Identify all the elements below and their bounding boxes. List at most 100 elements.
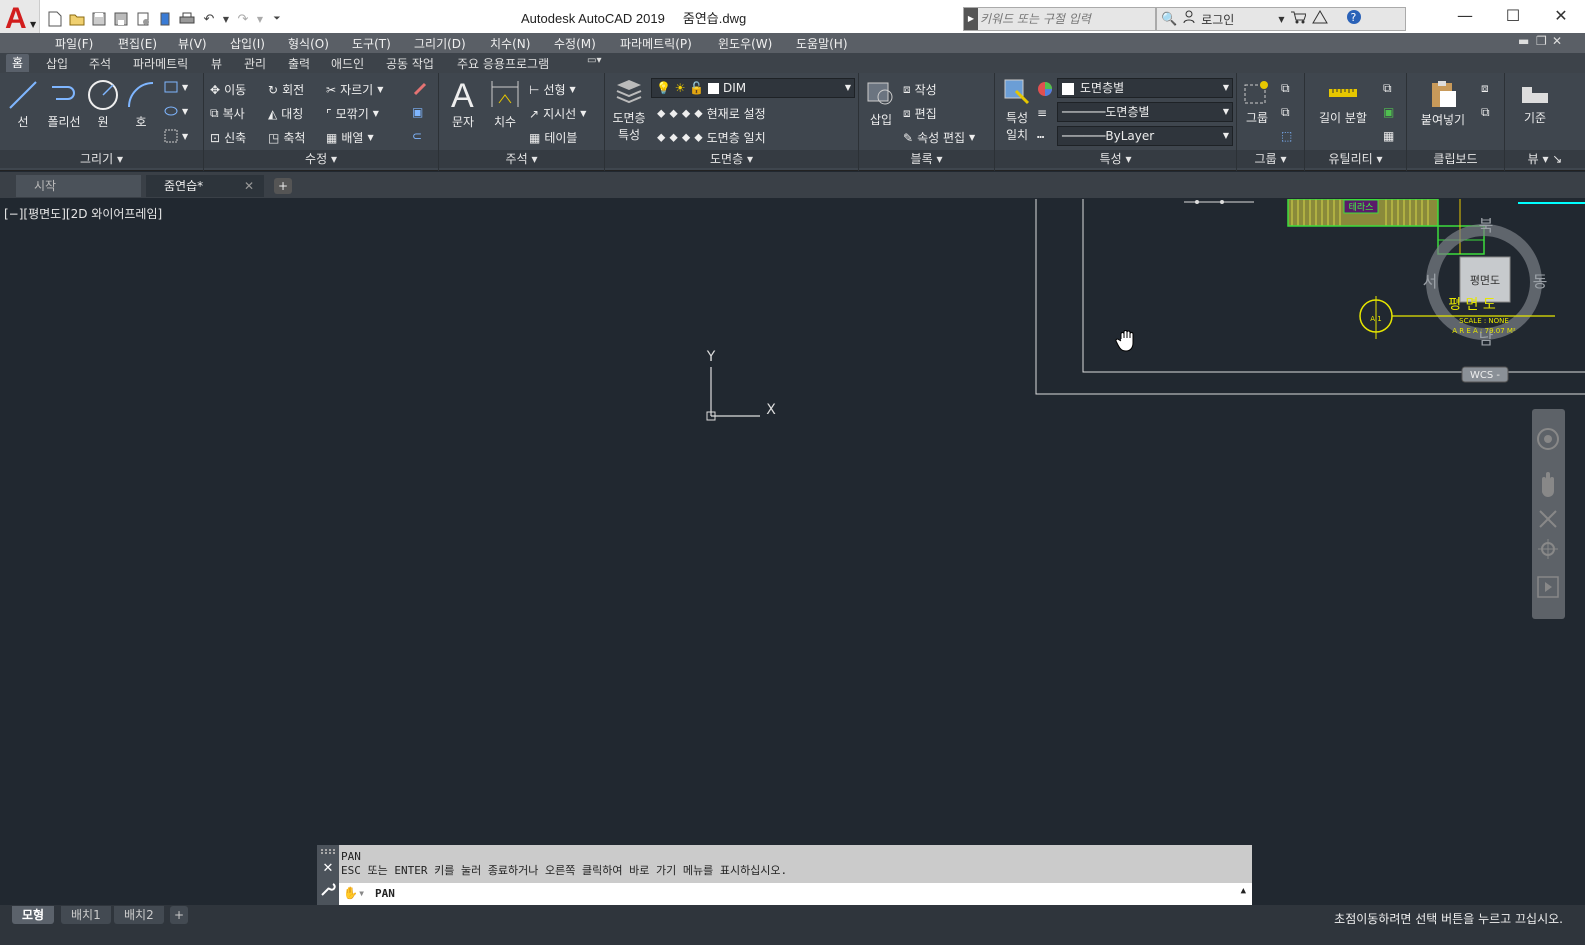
pan-icon[interactable] [1542, 472, 1554, 497]
command-input[interactable]: ✋▾ PAN ▲ [339, 883, 1252, 905]
line-button[interactable]: 선 [6, 79, 40, 130]
viewcube-east[interactable]: 동 [1533, 272, 1548, 291]
rotate-button[interactable]: ↻ 회전 [268, 81, 304, 98]
panel-title-modify[interactable]: 수정 ▾ [204, 150, 438, 168]
table-button[interactable]: ▦ 테이블 [529, 129, 577, 146]
set-current-button[interactable]: 현재로 설정 [707, 105, 766, 122]
recent-commands-icon[interactable]: ✋▾ [343, 886, 365, 900]
panel-title-groups[interactable]: 그룹 ▾ [1237, 150, 1304, 168]
doc-minimize-icon[interactable]: ▬ [1518, 34, 1529, 48]
layer-properties-button[interactable]: 도면층 특성 [607, 77, 651, 143]
mirror-button[interactable]: ◭ 대칭 [268, 105, 303, 122]
panel-title-properties[interactable]: 특성 ▾ [995, 150, 1236, 168]
doc-restore-icon[interactable]: ❐ [1536, 34, 1547, 48]
grip-icon[interactable] [321, 849, 335, 854]
menu-tools[interactable]: 도구(T) [352, 35, 391, 52]
customize-wrench-icon[interactable] [321, 883, 336, 896]
array-dropdown-icon[interactable]: ▼ [367, 133, 373, 142]
tab-addins[interactable]: 애드인 [331, 55, 364, 72]
redo-dropdown-icon[interactable]: ▼ [256, 10, 264, 28]
panel-title-clipboard[interactable]: 클립보드 [1407, 150, 1504, 168]
panel-title-utilities[interactable]: 유틸리티 ▾ [1305, 150, 1406, 168]
save-web-icon[interactable] [156, 10, 174, 28]
leader-button[interactable]: ↗ 지시선 ▼ [529, 105, 586, 122]
color-dropdown[interactable]: 도면층별 ▼ [1057, 78, 1233, 98]
group-select-icon[interactable]: ⬚ [1281, 129, 1292, 143]
maximize-icon[interactable]: ☐ [1489, 0, 1537, 32]
panel-title-annotation[interactable]: 주석 ▾ [439, 150, 604, 168]
lineweight-dropdown[interactable]: ──────ByLayer ▼ [1057, 126, 1233, 146]
copy-clip-icon[interactable]: ⧉ [1481, 105, 1490, 120]
linetype-dropdown[interactable]: ──────도면층별 ▼ [1057, 102, 1233, 122]
select-all-icon[interactable]: ▣ [1383, 105, 1394, 119]
paste-button[interactable]: 붙여넣기 [1415, 79, 1471, 128]
leader-dropdown-icon[interactable]: ▼ [580, 109, 586, 118]
edit-attr-dropdown-icon[interactable]: ▼ [969, 133, 975, 142]
match-properties-button[interactable]: 특성 일치 [997, 77, 1037, 143]
panel-title-block[interactable]: 블록 ▾ [859, 150, 994, 168]
panel-title-view[interactable]: 뷰 ▾ ↘ [1505, 150, 1585, 168]
trim-dropdown-icon[interactable]: ▼ [377, 85, 383, 94]
tab-annotate[interactable]: 주석 [89, 55, 111, 72]
tab-start[interactable]: 시작 [16, 175, 141, 197]
trim-button[interactable]: ✂ 자르기 ▼ [326, 81, 383, 98]
tab-collaborate[interactable]: 공동 작업 [386, 55, 434, 72]
dimension-button[interactable]: 치수 [487, 77, 523, 130]
open-folder-icon[interactable] [68, 10, 86, 28]
menu-view[interactable]: 뷰(V) [178, 35, 207, 52]
layer-match-button[interactable]: 도면층 일치 [707, 129, 766, 146]
command-history-toggle-icon[interactable]: ▲ [1241, 886, 1246, 896]
polyline-button[interactable]: 폴리선 [42, 79, 86, 130]
tab-manage[interactable]: 관리 [244, 55, 266, 72]
layer-dropdown[interactable]: 💡 ☀ 🔓 DIM ▼ [651, 78, 855, 98]
viewcube-west[interactable]: 서 [1423, 272, 1438, 291]
save-as-icon[interactable] [112, 10, 130, 28]
add-layout-icon[interactable]: + [170, 906, 189, 924]
insert-block-button[interactable]: 삽입 [863, 77, 899, 128]
gradient-dropdown-icon[interactable]: ▼ [182, 132, 188, 141]
rectangle-button[interactable]: ▼ [164, 81, 188, 93]
layout-tab-model[interactable]: 모형 [12, 906, 55, 924]
tab-drawing[interactable]: 줌연습* ✕ [146, 175, 264, 197]
base-view-button[interactable]: 기준 [1511, 79, 1559, 126]
close-command-line-icon[interactable]: ✕ [323, 861, 334, 876]
erase-button[interactable] [412, 81, 428, 97]
color-wheel-icon[interactable] [1037, 81, 1053, 97]
search-box[interactable]: ▶ [963, 7, 1156, 31]
stretch-button[interactable]: ⊡ 신축 [210, 129, 246, 146]
tab-parametric[interactable]: 파라메트릭 [133, 55, 188, 72]
tab-featured-apps[interactable]: 주요 응용프로그램 [457, 55, 549, 72]
tab-view[interactable]: 뷰 [211, 55, 222, 72]
copy-button[interactable]: ⧉ 복사 [210, 105, 245, 122]
user-icon[interactable] [1183, 10, 1195, 28]
undo-icon[interactable]: ↶ [200, 10, 218, 28]
tab-insert[interactable]: 삽입 [46, 55, 68, 72]
scale-button[interactable]: ◳ 축척 [268, 129, 305, 146]
zoom-extents-icon[interactable] [1539, 510, 1557, 528]
layer-lock-icon[interactable]: ⬥ [694, 106, 702, 121]
measure-button[interactable]: 길이 분할 [1311, 79, 1375, 126]
layer-off-icon[interactable]: ⬥ [657, 106, 665, 121]
menu-dimension[interactable]: 치수(N) [490, 35, 530, 52]
array-button[interactable]: ▦ 배열 ▼ [326, 129, 374, 146]
layout-tab-layout2[interactable]: 배치2 [114, 906, 164, 924]
viewcube-north[interactable]: 북 [1479, 216, 1494, 235]
circle-button[interactable]: 원 [86, 79, 120, 130]
text-button[interactable]: A 문자 [445, 77, 481, 130]
menu-edit[interactable]: 편집(E) [118, 35, 157, 52]
linear-dropdown-icon[interactable]: ▼ [570, 85, 576, 94]
quick-select-icon[interactable]: ⧉ [1383, 81, 1392, 96]
layer-isolate-icon[interactable]: ⬥ [669, 106, 677, 121]
doc-close-icon[interactable]: ✕ [1552, 34, 1562, 48]
panel-title-draw[interactable]: 그리기 ▾ [0, 150, 203, 168]
drawing-canvas[interactable]: Y X 테라스 평면도 북 남 동 서 WCS - A 1 평 면 도 SCAL… [0, 199, 1585, 905]
menu-help[interactable]: 도움말(H) [796, 35, 848, 52]
search-input[interactable] [980, 9, 1152, 29]
new-tab-button[interactable]: + [274, 178, 292, 194]
layer-thaw-icon[interactable]: ⬥ [682, 130, 690, 145]
redo-icon[interactable]: ↷ [234, 10, 252, 28]
menu-file[interactable]: 파일(F) [55, 35, 93, 52]
ribbon-options-icon[interactable]: ▭▾ [587, 55, 601, 66]
wcs-menu[interactable]: WCS - [1470, 370, 1500, 381]
panel-title-layers[interactable]: 도면층 ▾ [605, 150, 858, 168]
